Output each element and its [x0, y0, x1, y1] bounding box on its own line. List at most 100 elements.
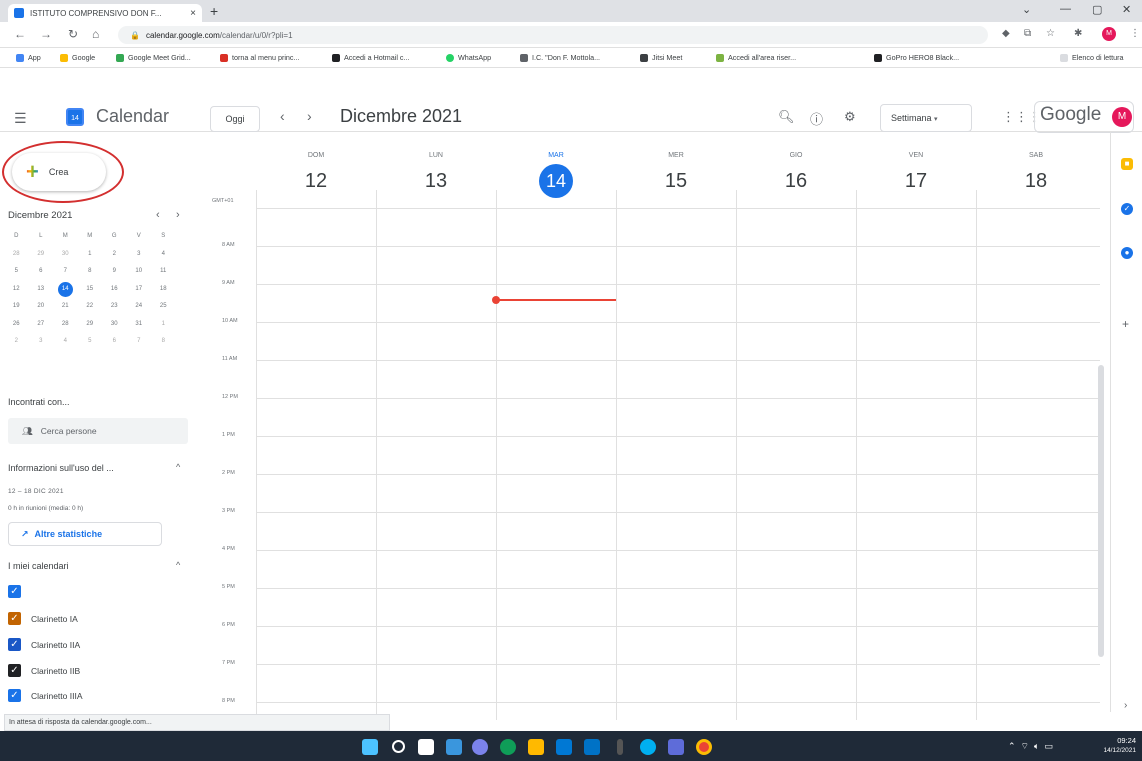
- taskbar-search-icon[interactable]: [392, 740, 405, 753]
- mini-day[interactable]: 23: [102, 298, 127, 316]
- avatar[interactable]: M: [1112, 107, 1132, 127]
- mini-day[interactable]: 21: [53, 298, 78, 316]
- mini-prev-month-button[interactable]: ‹: [156, 209, 160, 221]
- main-menu-icon[interactable]: ☰: [14, 110, 27, 127]
- mini-day[interactable]: 1: [151, 316, 176, 334]
- bookmark-jitsi[interactable]: Jitsi Meet: [640, 53, 682, 62]
- chevron-up-icon[interactable]: ^: [176, 462, 180, 472]
- teams-chat-icon[interactable]: [472, 739, 488, 755]
- bookmark-area-riservata[interactable]: Accedi all'area riser...: [716, 53, 796, 62]
- more-stats-button[interactable]: ↗ Altre statistiche: [8, 522, 162, 546]
- mini-day[interactable]: 5: [4, 263, 29, 281]
- system-tray-icons[interactable]: ⌃ ⌔ 🔈︎ ▭: [1008, 741, 1053, 752]
- menu-dots-icon[interactable]: ⋮: [1130, 28, 1140, 39]
- restore-icon[interactable]: ▢: [1092, 3, 1102, 16]
- bookmark-whatsapp[interactable]: WhatsApp: [446, 53, 491, 62]
- mini-day[interactable]: 12: [4, 281, 29, 299]
- search-people-input[interactable]: 👥︎ Cerca persone: [8, 418, 188, 444]
- calendar-item[interactable]: ✓ Clarinetto IA: [8, 612, 78, 625]
- day-number-today[interactable]: 14: [496, 164, 616, 198]
- task-view-icon[interactable]: [418, 739, 434, 755]
- checkbox-icon[interactable]: ✓: [8, 664, 21, 677]
- calendar-item[interactable]: ✓ Clarinetto IIA: [8, 638, 80, 651]
- share-icon[interactable]: ⧉: [1024, 28, 1031, 39]
- windows-start-icon[interactable]: [362, 739, 378, 755]
- checkbox-icon[interactable]: ✓: [8, 612, 21, 625]
- day-number[interactable]: 18: [976, 170, 1096, 193]
- mini-day[interactable]: 25: [151, 298, 176, 316]
- mini-day[interactable]: 10: [127, 263, 152, 281]
- taskbar-app-icon[interactable]: [617, 739, 623, 755]
- mini-day[interactable]: 27: [29, 316, 54, 334]
- mini-day[interactable]: 7: [127, 333, 152, 351]
- mini-day[interactable]: 15: [78, 281, 103, 299]
- mini-day[interactable]: 11: [151, 263, 176, 281]
- mini-day[interactable]: 19: [4, 298, 29, 316]
- photos-icon[interactable]: [668, 739, 684, 755]
- today-button[interactable]: Oggi: [210, 106, 260, 132]
- reload-icon[interactable]: ↻: [68, 27, 78, 41]
- bookmark-google[interactable]: Google: [60, 53, 95, 62]
- close-window-icon[interactable]: ✕: [1122, 3, 1131, 16]
- mini-day[interactable]: 4: [151, 246, 176, 264]
- tab-search-icon[interactable]: ⌄: [1022, 3, 1031, 16]
- home-icon[interactable]: ⌂: [92, 27, 99, 41]
- bookmark-meet-grid[interactable]: Google Meet Grid...: [116, 53, 191, 62]
- mini-day[interactable]: 29: [29, 246, 54, 264]
- week-grid[interactable]: DOM LUN MAR MER GIO VEN SAB 12 13 14 15 …: [200, 132, 1100, 720]
- mini-day[interactable]: 9: [102, 263, 127, 281]
- mini-day[interactable]: 3: [29, 333, 54, 351]
- mini-day[interactable]: 2: [4, 333, 29, 351]
- mini-day[interactable]: 29: [78, 316, 103, 334]
- bookmark-ic-mottola[interactable]: I.C. "Don F. Mottola...: [520, 53, 600, 62]
- bookmark-apps[interactable]: App: [16, 53, 41, 62]
- skype-icon[interactable]: [640, 739, 656, 755]
- checkbox-icon[interactable]: ✓: [8, 585, 21, 598]
- previous-week-button[interactable]: ‹: [280, 108, 285, 124]
- mini-day[interactable]: 8: [78, 263, 103, 281]
- minimize-icon[interactable]: —: [1060, 3, 1071, 15]
- calendar-item[interactable]: ✓: [8, 585, 31, 598]
- chevron-up-icon[interactable]: ^: [176, 560, 180, 570]
- mini-day[interactable]: 6: [102, 333, 127, 351]
- widgets-icon[interactable]: [446, 739, 462, 755]
- clock-time[interactable]: 09:24: [1092, 736, 1136, 745]
- contacts-icon[interactable]: ●: [1121, 247, 1133, 259]
- mini-day[interactable]: 28: [53, 316, 78, 334]
- close-tab-icon[interactable]: ×: [190, 8, 196, 19]
- new-tab-icon[interactable]: +: [210, 3, 218, 19]
- mini-day-today[interactable]: 14: [53, 281, 78, 299]
- profile-icon[interactable]: M: [1102, 27, 1116, 41]
- tasks-icon[interactable]: ✓: [1121, 203, 1133, 215]
- browser-tab[interactable]: ISTITUTO COMPRENSIVO DON F... ×: [8, 4, 202, 22]
- bookmark-reading-list[interactable]: Elenco di lettura: [1060, 53, 1124, 62]
- mini-day[interactable]: 28: [4, 246, 29, 264]
- day-number[interactable]: 15: [616, 170, 736, 193]
- mini-day[interactable]: 13: [29, 281, 54, 299]
- bookmark-menu[interactable]: torna al menu princ...: [220, 53, 300, 62]
- edge-icon[interactable]: [500, 739, 516, 755]
- mini-day[interactable]: 2: [102, 246, 127, 264]
- next-week-button[interactable]: ›: [307, 108, 312, 124]
- day-number[interactable]: 16: [736, 170, 856, 193]
- bookmark-gopro[interactable]: GoPro HERO8 Black...: [874, 53, 959, 62]
- store-icon[interactable]: [556, 739, 572, 755]
- extensions-icon[interactable]: ✱: [1074, 28, 1082, 39]
- day-number[interactable]: 13: [376, 170, 496, 193]
- mini-day[interactable]: 7: [53, 263, 78, 281]
- view-selector[interactable]: Settimana ▾: [880, 104, 972, 132]
- day-number[interactable]: 12: [256, 170, 376, 193]
- mini-day[interactable]: 8: [151, 333, 176, 351]
- expand-panel-icon[interactable]: ›: [1124, 700, 1127, 711]
- back-icon[interactable]: ←: [14, 27, 26, 41]
- mini-day[interactable]: 18: [151, 281, 176, 299]
- bookmark-hotmail[interactable]: Accedi a Hotmail c...: [332, 53, 410, 62]
- mini-day[interactable]: 1: [78, 246, 103, 264]
- search-icon[interactable]: 🔍︎: [778, 109, 795, 125]
- grid-scrollbar[interactable]: [1098, 365, 1104, 657]
- checkbox-icon[interactable]: ✓: [8, 638, 21, 651]
- mini-day[interactable]: 5: [78, 333, 103, 351]
- mini-day[interactable]: 17: [127, 281, 152, 299]
- mini-day[interactable]: 22: [78, 298, 103, 316]
- bookmark-star-icon[interactable]: ☆: [1046, 28, 1055, 39]
